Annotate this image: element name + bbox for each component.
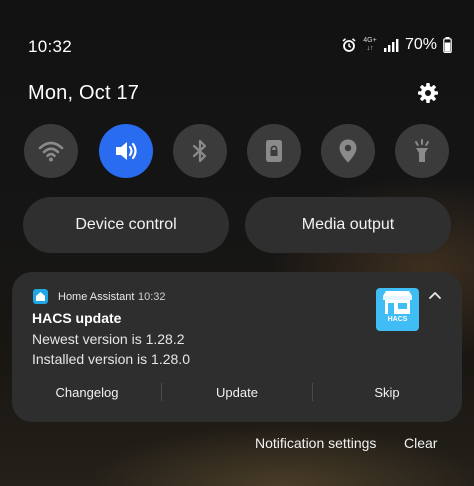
hacs-logo: HACS — [376, 288, 419, 331]
wifi-toggle[interactable] — [24, 124, 78, 178]
network-type-label: 4G+ — [363, 37, 377, 44]
signal-icon — [383, 39, 399, 52]
device-control-button[interactable]: Device control — [23, 197, 229, 253]
notification-settings-button[interactable]: Notification settings — [255, 435, 376, 451]
network-activity: ↓↑ — [366, 45, 374, 52]
notification-title: HACS update — [32, 310, 122, 326]
wifi-icon — [38, 141, 64, 162]
notification-card[interactable]: Home Assistant 10:32 HACS update Newest … — [12, 272, 462, 422]
action-divider — [312, 383, 313, 401]
location-toggle[interactable] — [321, 124, 375, 178]
screen-lock-toggle[interactable] — [247, 124, 301, 178]
bluetooth-icon — [192, 139, 207, 163]
flashlight-toggle[interactable] — [395, 124, 449, 178]
status-bar: 10:32 4G+ ↓↑ 70% — [0, 0, 474, 90]
status-icons: 4G+ ↓↑ 70% — [341, 36, 452, 54]
speaker-icon — [116, 142, 137, 160]
notification-newest-version: Newest version is 1.28.2 — [32, 331, 185, 347]
flashlight-icon — [415, 139, 429, 162]
location-pin-icon — [339, 139, 357, 163]
media-output-button[interactable]: Media output — [245, 197, 451, 253]
store-icon — [383, 291, 412, 314]
lock-icon — [266, 140, 282, 162]
status-time: 10:32 — [28, 37, 73, 56]
panel-date: Mon, Oct 17 — [28, 82, 140, 104]
battery-icon — [443, 37, 452, 53]
changelog-button[interactable]: Changelog — [42, 385, 132, 400]
hacs-logo-text: HACS — [387, 316, 408, 323]
alarm-icon — [342, 38, 356, 52]
skip-button[interactable]: Skip — [342, 385, 432, 400]
network-type: 4G+ ↓↑ — [363, 37, 377, 53]
gear-icon[interactable] — [416, 81, 440, 105]
notification-app-name: Home Assistant — [58, 291, 135, 303]
notification-time: 10:32 — [138, 291, 166, 303]
sound-toggle[interactable] — [99, 124, 153, 178]
battery-percentage: 70% — [404, 36, 437, 53]
home-assistant-icon — [33, 289, 48, 304]
quick-settings-row — [0, 124, 474, 178]
chevron-up-icon[interactable] — [427, 289, 443, 301]
bluetooth-toggle[interactable] — [173, 124, 227, 178]
clear-button[interactable]: Clear — [404, 435, 437, 451]
action-divider — [161, 383, 162, 401]
update-button[interactable]: Update — [192, 385, 282, 400]
notification-installed-version: Installed version is 1.28.0 — [32, 351, 190, 367]
